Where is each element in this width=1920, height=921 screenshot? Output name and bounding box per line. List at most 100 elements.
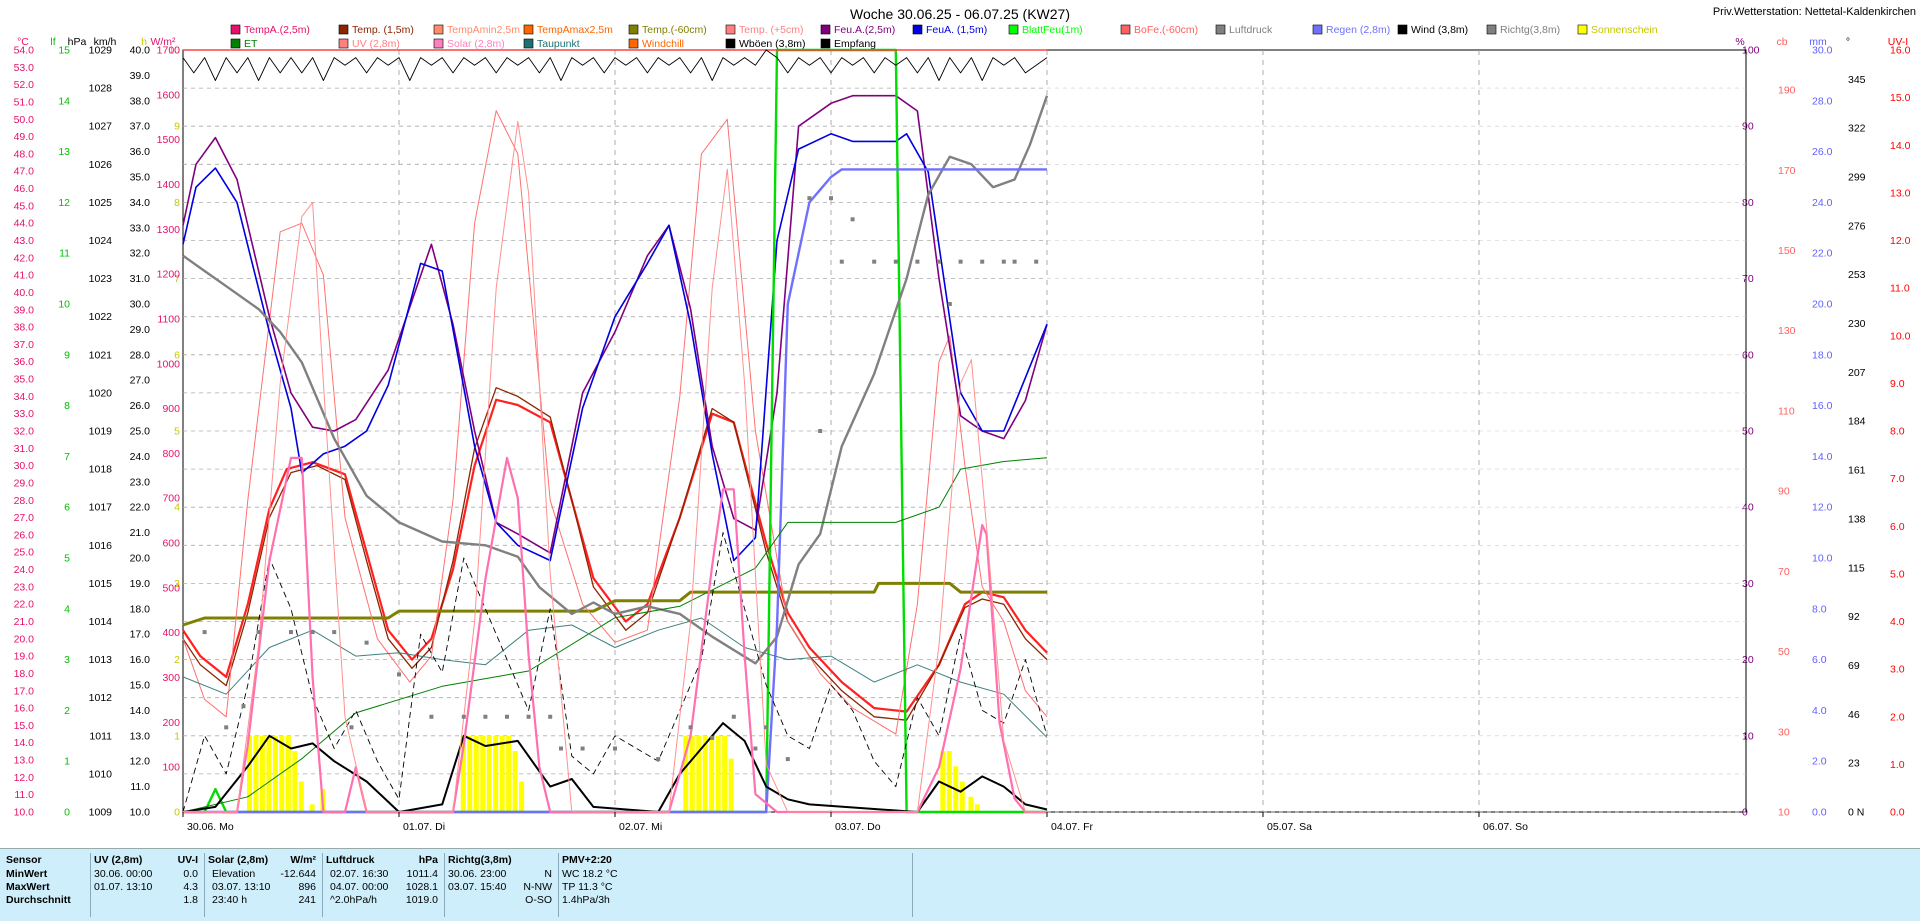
pressure-tick: 1016 xyxy=(89,540,113,552)
stats-direction-max-time: 03.07. 15:40 xyxy=(448,881,507,893)
sunshine-bar xyxy=(480,735,486,812)
temp-tick: 48.0 xyxy=(14,148,35,160)
stats-labels: Sensor MinWert MaxWert Durchschnitt xyxy=(6,853,91,917)
cb-tick: 50 xyxy=(1778,646,1790,658)
legend-swatch xyxy=(338,24,349,35)
solar-tick: 1400 xyxy=(157,179,181,191)
uvi-tick: 16.0 xyxy=(1890,45,1911,57)
sunshine-bar xyxy=(266,735,272,812)
lf-tick: 4 xyxy=(64,603,70,615)
stats-pmv-line2: TP 11.3 °C xyxy=(562,881,613,893)
wind-tick: 35.0 xyxy=(130,172,151,184)
legend-label: Wböen (3,8m) xyxy=(739,38,806,50)
temp-tick: 40.0 xyxy=(14,287,35,299)
lf-tick: 2 xyxy=(64,705,70,717)
stats-uv: UV (2,8m) UV-I 30.06. 00:00 0.0 01.07. 13:… xyxy=(94,853,205,917)
lf-tick: 9 xyxy=(64,349,70,361)
direction-dot xyxy=(807,196,812,201)
stats-solar-r3-label: 23:40 h xyxy=(212,894,248,906)
stats-direction-min-time: 30.06. 23:00 xyxy=(448,868,507,880)
humidity-tick: 20 xyxy=(1742,654,1754,666)
lf-tick: 6 xyxy=(64,502,70,514)
legend-swatch xyxy=(1120,24,1131,35)
pressure-tick: 1015 xyxy=(89,578,113,590)
humidity-tick: 70 xyxy=(1742,273,1754,285)
rain-tick: 6.0 xyxy=(1812,654,1827,666)
stats-solar-r1-val: -12.644 xyxy=(280,868,316,880)
wind-tick: 31.0 xyxy=(130,273,151,285)
stats-pressure-avg: ^2.0hPa/h 1019.0 xyxy=(326,894,444,907)
temp-tick: 53.0 xyxy=(14,62,35,74)
grid xyxy=(182,49,1747,813)
legend-label: Luftdruck xyxy=(1229,24,1273,36)
direction-dot xyxy=(850,217,855,222)
lf-tick: 5 xyxy=(64,553,70,565)
legend-swatch xyxy=(1312,24,1323,35)
temp-tick: 16.0 xyxy=(14,703,35,715)
h-tick: 5 xyxy=(174,426,180,438)
temp-tick: 25.0 xyxy=(14,547,35,559)
legend-swatch xyxy=(338,38,349,49)
wind-tick: 18.0 xyxy=(130,603,151,615)
stats-pressure: Luftdruck hPa 02.07. 16:30 1011.4 04.07. 0… xyxy=(326,853,445,917)
direction-dot xyxy=(241,704,246,709)
legend-label: Regen (2,8m) xyxy=(1326,24,1390,36)
temp-tick: 39.0 xyxy=(14,304,35,316)
wind-tick: 14.0 xyxy=(130,705,151,717)
h-tick: 9 xyxy=(174,121,180,133)
direction-dot xyxy=(613,746,617,751)
stats-uv-header: UV (2,8m) UV-I xyxy=(94,853,204,868)
stats-solar-r3-val: 241 xyxy=(298,894,316,906)
legend-swatch xyxy=(523,38,534,49)
sunshine-bar xyxy=(946,751,952,812)
direction-tick: 138 xyxy=(1848,513,1866,525)
uvi-tick: 12.0 xyxy=(1890,235,1911,247)
direction-tick: 207 xyxy=(1848,367,1866,379)
stats-uv-min-val: 0.0 xyxy=(183,868,198,880)
stats-uv-min-time: 30.06. 00:00 xyxy=(94,868,153,880)
temp-tick: 19.0 xyxy=(14,651,35,663)
humidity-tick: 50 xyxy=(1742,426,1754,438)
temp-tick: 17.0 xyxy=(14,685,35,697)
stats-uv-avg-val: 1.8 xyxy=(183,894,198,906)
uvi-tick: 0.0 xyxy=(1890,807,1905,819)
temp-tick: 52.0 xyxy=(14,79,35,91)
temp-tick: 22.0 xyxy=(14,599,35,611)
pressure-tick: 1026 xyxy=(89,159,113,171)
pressure-tick: 1020 xyxy=(89,387,113,399)
pressure-tick: 1012 xyxy=(89,692,113,704)
direction-dot xyxy=(872,259,877,264)
solar-tick: 1500 xyxy=(157,134,181,146)
temp-tick: 50.0 xyxy=(14,114,35,126)
pressure-tick: 1029 xyxy=(89,45,113,57)
cb-tick: 110 xyxy=(1778,405,1795,417)
direction-dot xyxy=(656,757,661,762)
legend-swatch xyxy=(230,24,241,35)
direction-tick: 184 xyxy=(1848,416,1866,428)
axis-unit: hPa xyxy=(68,36,87,48)
cb-tick: 90 xyxy=(1778,486,1790,498)
temp-tick: 54.0 xyxy=(14,45,35,57)
direction-tick: 230 xyxy=(1848,318,1866,330)
legend-label: Feu.A.(2,5m) xyxy=(834,24,895,36)
solar-tick: 500 xyxy=(162,582,180,594)
rain-tick: 0.0 xyxy=(1812,807,1827,819)
direction-dot xyxy=(526,714,531,719)
rain-tick: 12.0 xyxy=(1812,502,1833,514)
legend-label: Taupunkt xyxy=(537,38,580,50)
chart-title: Woche 30.06.25 - 06.07.25 (KW27) xyxy=(850,6,1070,22)
wind-tick: 25.0 xyxy=(130,426,151,438)
uvi-tick: 15.0 xyxy=(1890,92,1911,104)
direction-tick: 92 xyxy=(1848,611,1860,623)
legend-label: Richtg(3,8m) xyxy=(1500,24,1560,36)
stats-uv-max-val: 4.3 xyxy=(183,881,198,893)
temp-tick: 12.0 xyxy=(14,772,35,784)
uvi-tick: 6.0 xyxy=(1890,521,1905,533)
solar-tick: 1000 xyxy=(157,358,181,370)
stats-pmv-title: PMV+2:20 xyxy=(562,854,612,866)
direction-dot xyxy=(980,259,985,264)
uvi-tick: 2.0 xyxy=(1890,711,1905,723)
temp-tick: 29.0 xyxy=(14,477,35,489)
direction-dot xyxy=(1034,259,1039,264)
wind-tick: 19.0 xyxy=(130,578,151,590)
